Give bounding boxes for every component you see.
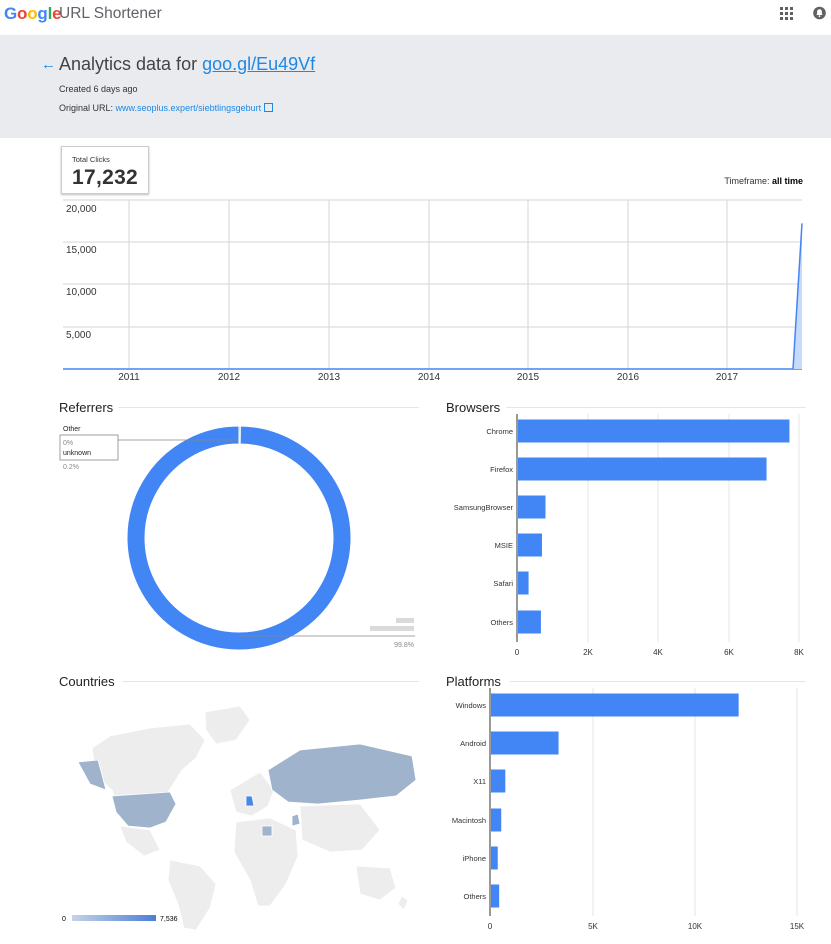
x-tick-label: 6K [724,648,734,657]
charts-canvas: 20,000 15,000 10,000 5,000 2011 2012 2013 2014 2… [59,199,805,931]
category-label: SamsungBrowser [454,503,514,512]
slice-label: Other [63,426,81,433]
y-tick-label: 5,000 [66,330,91,341]
country-middle-east [261,825,273,837]
bar [491,731,559,755]
x-tick-label: 2K [583,648,593,657]
x-tick-label: 2011 [118,372,140,383]
y-tick-label: 15,000 [66,245,97,256]
category-label: MSIE [495,541,513,550]
x-tick-label: 0 [515,648,520,657]
country-mexico [119,825,161,857]
world-map [77,705,417,931]
bar [518,457,767,481]
x-tick-label: 2012 [218,372,241,383]
x-tick-label: 4K [653,648,663,657]
country-greenland [204,705,251,745]
pie-slice [126,425,352,651]
area-fill [63,223,802,369]
x-tick-label: 0 [488,922,493,931]
slice-label: unknown [63,450,91,457]
legend-bar [72,915,156,921]
country-iran [291,813,301,827]
bar [491,769,506,793]
category-label: Chrome [486,427,513,436]
legend-min: 0 [62,916,66,923]
x-tick-label: 8K [794,648,804,657]
bar [518,571,529,595]
x-tick-label: 2014 [418,372,441,383]
category-label: Windows [456,701,487,710]
country-usa [111,791,177,829]
country-australia [355,865,397,901]
category-label: Others [490,618,513,627]
slice-value: 99.8% [394,642,414,649]
y-tick-label: 10,000 [66,287,97,298]
bar [491,884,500,908]
category-label: Android [460,739,486,748]
country-russia [267,743,417,805]
bar [518,610,541,634]
bar [518,495,546,519]
category-label: Safari [493,579,513,588]
blurred-label [370,626,414,631]
x-tick-label: 15K [790,922,805,931]
legend-max: 7,536 [160,916,178,923]
y-tick-label: 20,000 [66,204,97,215]
country-new-zealand [397,895,409,911]
x-tick-label: 5K [588,922,598,931]
bar [518,533,542,557]
bar [491,693,739,717]
category-label: iPhone [463,854,486,863]
bar [491,846,498,870]
category-label: Macintosh [452,816,486,825]
x-tick-label: 2016 [617,372,640,383]
slice-value: 0% [63,440,73,447]
country-europe [229,771,275,817]
x-tick-label: 2017 [716,372,739,383]
category-label: X11 [473,777,486,786]
bar [518,419,790,443]
category-label: Others [463,892,486,901]
blurred-label [396,618,414,623]
country-asia [299,803,381,853]
x-tick-label: 10K [688,922,703,931]
category-label: Firefox [490,465,513,474]
slice-value: 0.2% [63,464,79,471]
series-line [63,223,803,370]
x-tick-label: 2015 [517,372,540,383]
bar [491,808,502,832]
x-tick-label: 2013 [318,372,341,383]
